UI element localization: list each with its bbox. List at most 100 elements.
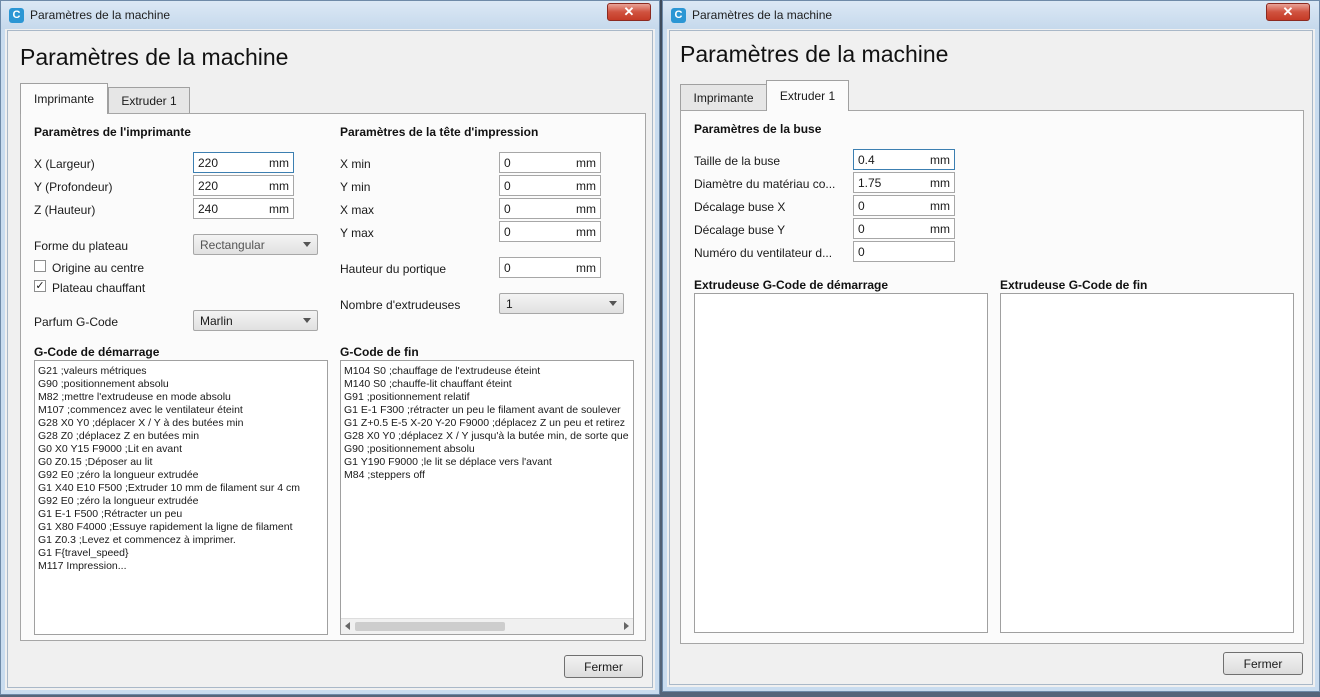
field-value: 240 <box>198 201 219 216</box>
gcode-line: G28 X0 Y0 ;déplacer X / Y à des butées m… <box>38 417 244 429</box>
x-min-input[interactable]: 0 mm <box>499 152 601 173</box>
unit-label: mm <box>930 152 950 167</box>
tab-extruder-1[interactable]: Extruder 1 <box>108 87 190 114</box>
unit-label: mm <box>576 178 596 193</box>
scrollbar-thumb[interactable] <box>355 622 505 631</box>
scroll-right-icon[interactable] <box>624 622 629 630</box>
machine-settings-window-extruder: C Paramètres de la machine ✕ Paramètres … <box>662 0 1320 692</box>
tab-extruder-1[interactable]: Extruder 1 <box>766 80 849 111</box>
nozzle-offset-x-label: Décalage buse X <box>694 200 786 214</box>
close-dialog-button[interactable]: Fermer <box>564 655 643 678</box>
unit-label: mm <box>576 155 596 170</box>
bed-shape-select[interactable]: Rectangular <box>193 234 318 255</box>
unit-label: mm <box>930 175 950 190</box>
gcode-line: M84 ;steppers off <box>344 469 425 481</box>
gcode-line: G0 Z0.15 ;Déposer au lit <box>38 456 153 468</box>
horizontal-scrollbar[interactable] <box>341 618 633 634</box>
y-max-input[interactable]: 0 mm <box>499 221 601 242</box>
start-gcode-heading: G-Code de démarrage <box>34 345 160 359</box>
unit-label: mm <box>576 260 596 275</box>
gcode-line: M82 ;mettre l'extrudeuse en mode absolu <box>38 391 231 403</box>
select-value: Rectangular <box>200 237 265 252</box>
gcode-line: G1 X40 E10 F500 ;Extruder 10 mm de filam… <box>38 482 301 494</box>
z-height-input[interactable]: 240 mm <box>193 198 294 219</box>
gantry-height-input[interactable]: 0 mm <box>499 257 601 278</box>
cooling-fan-number-input[interactable]: 0 <box>853 241 955 262</box>
field-value: 220 <box>198 178 219 193</box>
heated-bed-checkbox[interactable]: ✓ <box>34 280 46 292</box>
unit-label: mm <box>269 201 289 216</box>
scroll-left-icon[interactable] <box>345 622 350 630</box>
start-gcode-lines: G21 ;valeurs métriques G90 ;positionnemen… <box>35 365 327 573</box>
extruder-count-select[interactable]: 1 <box>499 293 624 314</box>
start-gcode-editor[interactable]: G21 ;valeurs métriques G90 ;positionnemen… <box>34 360 328 635</box>
field-value: 0 <box>858 244 865 259</box>
origin-center-label[interactable]: Origine au centre <box>52 261 144 275</box>
page-title: Paramètres de la machine <box>680 41 949 67</box>
gcode-flavor-label: Parfum G-Code <box>34 315 119 329</box>
y-depth-input[interactable]: 220 mm <box>193 175 294 196</box>
material-diameter-label: Diamètre du matériau co... <box>694 177 836 191</box>
heated-bed-label[interactable]: Plateau chauffant <box>52 281 145 295</box>
nozzle-size-input[interactable]: 0.4 mm <box>853 149 955 170</box>
cura-app-icon: C <box>671 7 686 23</box>
field-value: 0 <box>504 155 511 170</box>
tab-imprimante[interactable]: Imprimante <box>20 83 108 114</box>
gcode-line: G90 ;positionnement absolu <box>344 443 475 455</box>
x-width-input[interactable]: 220 mm <box>193 152 294 173</box>
chevron-down-icon <box>609 301 617 306</box>
gcode-line: G0 X0 Y15 F9000 ;Lit en avant <box>38 443 182 455</box>
nozzle-size-label: Taille de la buse <box>694 154 781 168</box>
unit-label: mm <box>269 155 289 170</box>
close-icon: ✕ <box>1282 4 1294 19</box>
x-min-label: X min <box>340 157 371 171</box>
x-max-label: X max <box>340 203 375 217</box>
material-diameter-input[interactable]: 1.75 mm <box>853 172 955 193</box>
page-title: Paramètres de la machine <box>20 44 289 70</box>
end-gcode-editor[interactable]: M104 S0 ;chauffage de l'extrudeuse étein… <box>340 360 634 635</box>
extruder-end-gcode-editor[interactable] <box>1000 293 1294 633</box>
title-bar[interactable]: C Paramètres de la machine ✕ <box>1 1 659 29</box>
origin-center-checkbox[interactable] <box>34 260 46 272</box>
gcode-line: G28 Z0 ;déplacez Z en butées min <box>38 430 200 442</box>
tab-label: Extruder 1 <box>779 89 836 103</box>
tab-label: Imprimante <box>33 92 95 106</box>
bed-shape-label: Forme du plateau <box>34 239 129 253</box>
gcode-line: G1 E-1 F300 ;rétracter un peu le filamen… <box>344 404 621 416</box>
close-dialog-button[interactable]: Fermer <box>1223 652 1303 675</box>
tab-label: Extruder 1 <box>121 94 177 108</box>
y-min-input[interactable]: 0 mm <box>499 175 601 196</box>
nozzle-offset-x-input[interactable]: 0 mm <box>853 195 955 216</box>
end-gcode-lines: M104 S0 ;chauffage de l'extrudeuse étein… <box>341 365 633 482</box>
gcode-line: G92 E0 ;zéro la longueur extrudée <box>38 495 199 507</box>
unit-label: mm <box>269 178 289 193</box>
title-bar[interactable]: C Paramètres de la machine ✕ <box>663 1 1319 29</box>
window-close-button[interactable]: ✕ <box>1266 3 1310 21</box>
extruder-count-label: Nombre d'extrudeuses <box>340 298 461 312</box>
nozzle-offset-y-input[interactable]: 0 mm <box>853 218 955 239</box>
extruder-start-gcode-editor[interactable] <box>694 293 988 633</box>
field-value: 220 <box>198 155 219 170</box>
tab-imprimante[interactable]: Imprimante <box>680 84 767 111</box>
unit-label: mm <box>930 221 950 236</box>
field-value: 0 <box>504 260 511 275</box>
extruder-end-gcode-heading: Extrudeuse G-Code de fin <box>1000 278 1148 292</box>
gcode-line: M107 ;commencez avec le ventilateur étei… <box>38 404 243 416</box>
x-max-input[interactable]: 0 mm <box>499 198 601 219</box>
gcode-line: G21 ;valeurs métriques <box>38 365 147 377</box>
gcode-flavor-select[interactable]: Marlin <box>193 310 318 331</box>
chevron-down-icon <box>303 242 311 247</box>
gcode-line: G1 Z+0.5 E-5 X-20 Y-20 F9000 ;déplacez Z… <box>344 417 626 429</box>
gcode-line: G1 F{travel_speed} <box>38 547 129 559</box>
dialog-body: Paramètres de la machine Imprimante Extr… <box>7 30 653 688</box>
extruder-start-gcode-heading: Extrudeuse G-Code de démarrage <box>694 278 889 292</box>
unit-label: mm <box>930 198 950 213</box>
gcode-line: G92 E0 ;zéro la longueur extrudée <box>38 469 199 481</box>
field-value: 0 <box>504 178 511 193</box>
end-gcode-heading: G-Code de fin <box>340 345 419 359</box>
gcode-line: M117 Impression... <box>38 560 127 572</box>
window-close-button[interactable]: ✕ <box>607 3 651 21</box>
nozzle-offset-y-label: Décalage buse Y <box>694 223 786 237</box>
gcode-line: G28 X0 Y0 ;déplacez X / Y jusqu'à la but… <box>344 430 629 442</box>
gcode-line: M140 S0 ;chauffe-lit chauffant éteint <box>344 378 512 390</box>
